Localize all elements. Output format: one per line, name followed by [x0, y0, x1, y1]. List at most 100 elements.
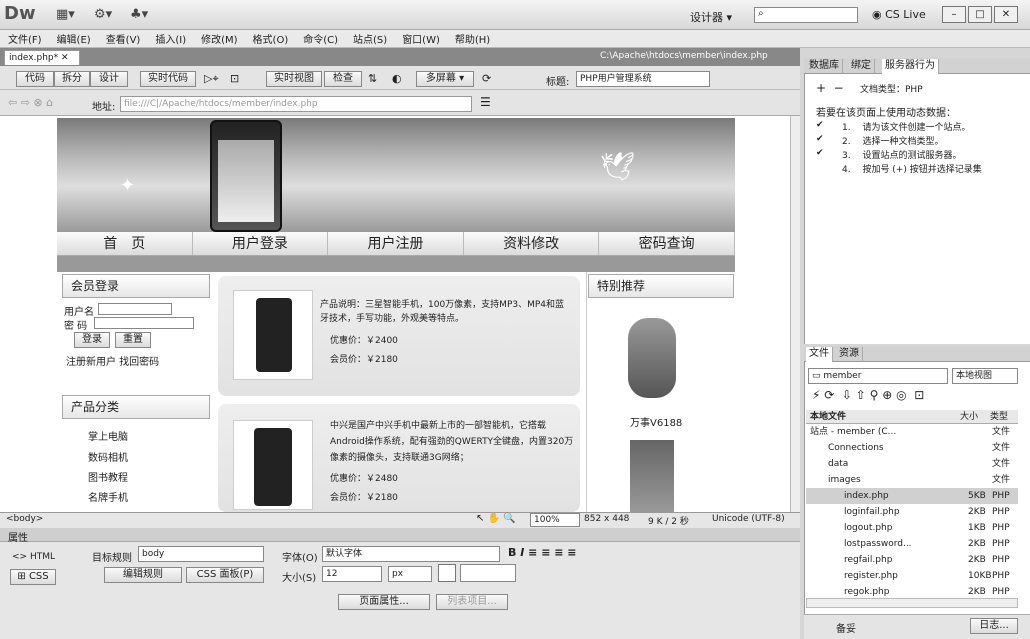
split-view-button[interactable]: 拆分: [54, 71, 90, 87]
multiscreen-button[interactable]: 多屏幕 ▾: [416, 71, 474, 87]
log-button[interactable]: 日志...: [970, 618, 1018, 634]
tab-assets[interactable]: 资源: [836, 347, 863, 362]
edit-rule-button[interactable]: 编辑规则: [104, 567, 182, 583]
title-input[interactable]: PHP用户管理系统: [576, 71, 710, 87]
nav-item[interactable]: 资料修改: [464, 232, 600, 255]
category-item[interactable]: 名牌手机: [88, 489, 128, 504]
login-links[interactable]: 注册新用户 找回密码: [66, 353, 159, 368]
file-name: register.php: [844, 571, 898, 581]
design-view-button[interactable]: 设计: [90, 71, 128, 87]
menu-item[interactable]: 查看(V): [106, 31, 141, 46]
color-input[interactable]: [460, 564, 516, 582]
code-view-button[interactable]: 代码: [16, 71, 54, 87]
reset-button[interactable]: 重置: [115, 332, 151, 348]
site-icon[interactable]: ♣▾: [130, 7, 148, 23]
tab-databases[interactable]: 数据库: [806, 59, 843, 74]
category-item[interactable]: 掌上电脑: [88, 428, 128, 443]
files-scrollbar[interactable]: [806, 598, 1018, 608]
nav-arrows-icon[interactable]: ⇦ ⇨ ⊗ ⌂: [8, 96, 53, 109]
maximize-button[interactable]: □: [968, 6, 992, 23]
login-button[interactable]: 登录: [74, 332, 110, 348]
tab-bindings[interactable]: 绑定: [848, 59, 875, 74]
category-item[interactable]: 图书教程: [88, 469, 128, 484]
col-size[interactable]: 大小: [960, 410, 978, 424]
menu-item[interactable]: 命令(C): [303, 31, 338, 46]
select-tool-icon[interactable]: ↖ ✋ 🔍: [476, 513, 516, 524]
file-row[interactable]: images 文件: [806, 472, 1018, 488]
check-icon: ✔: [816, 134, 824, 144]
browser-preview-icon[interactable]: ◐: [392, 72, 402, 85]
files-toolbar-icons[interactable]: ⚡ ⟳ ⇩ ⇧ ⚲ ⊕ ◎ ⊡: [812, 388, 924, 402]
tab-server-behaviors[interactable]: 服务器行为: [882, 59, 939, 74]
menu-item[interactable]: 修改(M): [201, 31, 237, 46]
menu-item[interactable]: 文件(F): [8, 31, 42, 46]
site-select[interactable]: ▭ member: [808, 368, 948, 384]
file-name: regfail.php: [844, 555, 893, 565]
password-input[interactable]: [94, 317, 194, 329]
css-mode-button[interactable]: ⊞ CSS: [10, 569, 56, 585]
tag-selector[interactable]: <body>: [6, 514, 43, 524]
cs-live-button[interactable]: ◉ CS Live: [872, 8, 926, 21]
file-row[interactable]: logout.php 1KB PHP: [806, 520, 1018, 536]
category-item[interactable]: 数码相机: [88, 449, 128, 464]
menu-item[interactable]: 编辑(E): [57, 31, 91, 46]
menu-item[interactable]: 帮助(H): [455, 31, 490, 46]
html-mode-button[interactable]: <> HTML: [12, 552, 55, 562]
title-label: 标题:: [546, 77, 570, 88]
menu-item[interactable]: 窗口(W): [402, 31, 440, 46]
target-rule-select[interactable]: body: [138, 546, 264, 562]
css-panel-button[interactable]: CSS 面板(P): [186, 567, 264, 583]
close-button[interactable]: ✕: [994, 6, 1018, 23]
gear-icon[interactable]: ⚙▾: [94, 7, 112, 23]
nav-item[interactable]: 首 页: [57, 232, 193, 255]
layout-icon[interactable]: ▦▾: [56, 7, 75, 23]
username-input[interactable]: [98, 303, 172, 315]
live-view-button[interactable]: 实时视图: [266, 71, 322, 87]
document-tab[interactable]: index.php* ✕: [4, 50, 80, 65]
nav-item[interactable]: 用户注册: [328, 232, 464, 255]
file-row[interactable]: data 文件: [806, 456, 1018, 472]
special-item-name[interactable]: 万事V6188: [630, 414, 682, 429]
file-row[interactable]: Connections 文件: [806, 440, 1018, 456]
file-row[interactable]: loginfail.php 2KB PHP: [806, 504, 1018, 520]
nav-item[interactable]: 密码查询: [599, 232, 735, 255]
file-row[interactable]: lostpassword... 2KB PHP: [806, 536, 1018, 552]
file-row[interactable]: register.php 10KB PHP: [806, 568, 1018, 584]
server-step[interactable]: 2. 选择一种文档类型。: [842, 134, 943, 147]
inspect-icon[interactable]: ▷⌖: [204, 72, 219, 86]
col-local-files[interactable]: 本地文件: [810, 410, 846, 424]
canvas-scrollbar[interactable]: [790, 116, 800, 512]
nav-item[interactable]: 用户登录: [193, 232, 329, 255]
search-input[interactable]: ⌕: [754, 7, 858, 23]
menu-item[interactable]: 站点(S): [353, 31, 387, 46]
window-size[interactable]: 852 x 448: [584, 514, 629, 524]
color-picker[interactable]: [438, 564, 456, 582]
file-management-icon[interactable]: ⇅: [368, 72, 377, 85]
file-row[interactable]: 站点 - member (C... 文件: [806, 424, 1018, 440]
minimize-button[interactable]: –: [942, 6, 966, 23]
menu-item[interactable]: 格式(O): [253, 31, 289, 46]
add-behavior-icon[interactable]: + −: [816, 81, 844, 95]
inspect-button[interactable]: 检查: [324, 71, 362, 87]
banner-phone-screen: [218, 140, 274, 222]
refresh-icon[interactable]: ⟳: [482, 72, 491, 85]
view-select[interactable]: 本地视图: [952, 368, 1018, 384]
options-icon[interactable]: ☰: [480, 95, 491, 109]
zoom-select[interactable]: 100%: [530, 513, 580, 527]
preview-icon[interactable]: ⊡: [230, 72, 239, 85]
col-type[interactable]: 类型: [990, 410, 1008, 424]
menu-item[interactable]: 插入(I): [155, 31, 186, 46]
size-select[interactable]: 12: [322, 566, 382, 582]
file-row[interactable]: index.php 5KB PHP: [806, 488, 1018, 504]
live-code-button[interactable]: 实时代码: [140, 71, 196, 87]
server-step[interactable]: 1. 请为该文件创建一个站点。: [842, 120, 970, 133]
tab-files[interactable]: 文件: [806, 347, 833, 362]
unit-select[interactable]: px: [388, 566, 432, 582]
font-select[interactable]: 默认字体: [322, 546, 500, 562]
page-properties-button[interactable]: 页面属性...: [338, 594, 430, 610]
workspace-switcher[interactable]: 设计器 ▾: [690, 9, 732, 25]
address-input[interactable]: file:///C|/Apache/htdocs/member/index.ph…: [120, 96, 472, 112]
file-row[interactable]: regfail.php 2KB PHP: [806, 552, 1018, 568]
align-icons[interactable]: B I ≡ ≡ ≡ ≡: [508, 546, 577, 559]
server-step[interactable]: 3. 设置站点的测试服务器。: [842, 148, 961, 161]
